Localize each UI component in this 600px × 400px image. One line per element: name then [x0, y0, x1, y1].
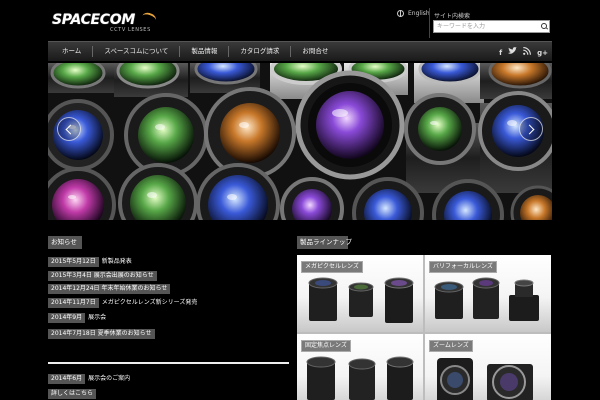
news-date: 2015年5月12日: [48, 257, 99, 267]
news-date: 2014年9月: [48, 313, 86, 323]
nav-item-products[interactable]: 製品情報: [180, 46, 230, 57]
hero-lens-image: [48, 63, 552, 220]
facebook-icon[interactable]: f: [499, 48, 502, 58]
google-plus-icon[interactable]: g+: [537, 48, 548, 58]
news-item[interactable]: 2014年12月24日 年末年始休業のお知らせ: [48, 284, 171, 294]
news-item[interactable]: 2014年9月 展示会: [48, 313, 106, 323]
search-label: サイト内検索: [434, 13, 471, 20]
news-date: 2014年7月18日 夏季休業のお知らせ: [48, 329, 155, 339]
news-divider: [48, 362, 289, 364]
twitter-icon[interactable]: [508, 47, 518, 58]
slider-prev-arrow-icon[interactable]: [57, 117, 81, 141]
main-nav: ホーム スペースコムについて 製品情報 カタログ請求 お問合せ f g+: [48, 41, 552, 62]
product-category-label: メガピクセルレンズ: [301, 261, 363, 273]
spacecom-logo[interactable]: SPACECOM CCTV LENSES: [52, 11, 162, 33]
product-category-card[interactable]: バリフォーカルレンズ: [425, 255, 551, 332]
hero-slider: [48, 63, 552, 220]
news-date: 2014年6月: [48, 374, 86, 384]
news-date: 2014年12月24日 年末年始休業のお知らせ: [48, 284, 171, 294]
search-box: [433, 20, 550, 33]
news-item[interactable]: 2015年5月12日 新製品発表: [48, 257, 132, 267]
nav-item-about[interactable]: スペースコムについて: [93, 46, 181, 57]
logo-tagline: CCTV LENSES: [110, 27, 151, 33]
header-divider: [429, 8, 430, 38]
news-date: 2015年3月4日 展示会出展のお知らせ: [48, 271, 157, 281]
social-links: f g+: [499, 47, 548, 58]
news-text: 展示会のご案内: [88, 375, 131, 382]
news-text: 展示会: [88, 314, 107, 321]
nav-item-catalog[interactable]: カタログ請求: [229, 46, 292, 57]
news-text: 新製品発表: [101, 258, 132, 265]
news-date: 2014年11月7日: [48, 298, 99, 308]
news-text: メガピクセルレンズ新シリーズ発売: [101, 299, 198, 306]
logo-swoosh-icon: [140, 11, 158, 25]
news-item[interactable]: 詳しくはこちら: [48, 389, 97, 399]
product-grid: メガピクセルレンズ バリフォーカルレンズ 固定焦点レンズ ズームレンズ: [297, 255, 551, 400]
language-label: English: [408, 10, 430, 17]
product-category-card[interactable]: メガピクセルレンズ: [297, 255, 423, 332]
nav-item-home[interactable]: ホーム: [48, 46, 94, 57]
news-item[interactable]: 2015年3月4日 展示会出展のお知らせ: [48, 271, 157, 281]
news-item[interactable]: 2014年11月7日 メガピクセルレンズ新シリーズ発売: [48, 298, 197, 308]
product-category-card[interactable]: 固定焦点レンズ: [297, 334, 423, 400]
rss-icon[interactable]: [523, 47, 532, 58]
language-switcher[interactable]: English: [397, 10, 430, 17]
news-item[interactable]: 2014年6月 展示会のご案内: [48, 374, 130, 384]
product-category-label: ズームレンズ: [429, 340, 473, 352]
products-heading: 製品ラインナップ: [297, 236, 352, 249]
nav-item-contact[interactable]: お問合せ: [291, 46, 339, 57]
news-item[interactable]: 2014年7月18日 夏季休業のお知らせ: [48, 329, 155, 339]
news-heading: お知らせ: [48, 236, 82, 249]
product-category-card[interactable]: ズームレンズ: [425, 334, 551, 400]
news-link: 詳しくはこちら: [48, 389, 97, 399]
product-category-label: バリフォーカルレンズ: [429, 261, 497, 273]
globe-icon: [397, 10, 404, 17]
product-category-label: 固定焦点レンズ: [301, 340, 351, 352]
search-input[interactable]: [434, 21, 539, 32]
slider-next-arrow-icon[interactable]: [519, 117, 543, 141]
logo-wordmark: SPACECOM: [52, 12, 136, 28]
search-icon[interactable]: [539, 21, 549, 32]
